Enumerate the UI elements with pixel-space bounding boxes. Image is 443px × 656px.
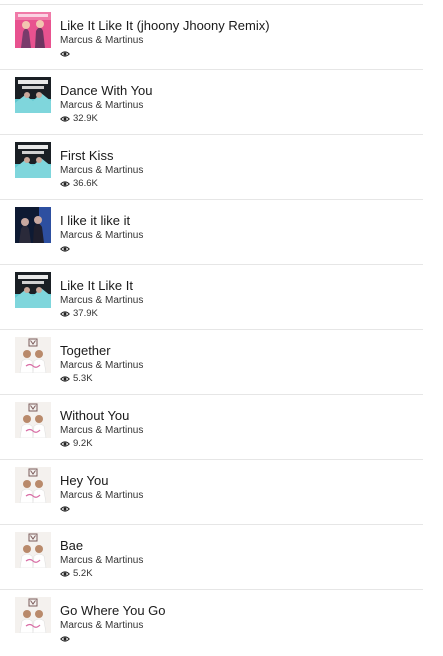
- eye-icon: [60, 571, 70, 577]
- play-count-value: 32.9K: [73, 113, 98, 124]
- eye-icon: [60, 181, 70, 187]
- track-list: Like It Like It (jhoony Jhoony Remix) Ma…: [0, 5, 423, 655]
- eye-icon: [60, 376, 70, 382]
- track-row[interactable]: Go Where You Go Marcus & Martinus: [0, 590, 423, 655]
- track-title[interactable]: Bae: [60, 538, 83, 553]
- album-art[interactable]: [15, 142, 51, 178]
- play-count: 9.2K: [60, 438, 93, 450]
- play-count: 5.3K: [60, 373, 93, 385]
- play-count: [60, 503, 73, 515]
- eye-icon: [60, 51, 70, 57]
- eye-icon: [60, 116, 70, 122]
- eye-icon: [60, 636, 70, 642]
- track-title[interactable]: Hey You: [60, 473, 108, 488]
- track-row[interactable]: Together Marcus & Martinus 5.3K: [0, 330, 423, 395]
- track-row[interactable]: First Kiss Marcus & Martinus 36.6K: [0, 135, 423, 200]
- play-count: 5.2K: [60, 568, 93, 580]
- album-art[interactable]: [15, 207, 51, 243]
- track-artist[interactable]: Marcus & Martinus: [60, 165, 143, 176]
- track-artist[interactable]: Marcus & Martinus: [60, 490, 143, 501]
- track-artist[interactable]: Marcus & Martinus: [60, 295, 143, 306]
- track-title[interactable]: First Kiss: [60, 148, 113, 163]
- play-count-value: 37.9K: [73, 308, 98, 319]
- album-art[interactable]: [15, 402, 51, 438]
- album-art[interactable]: [15, 467, 51, 503]
- track-title[interactable]: Dance With You: [60, 83, 153, 98]
- track-row[interactable]: Like It Like It (jhoony Jhoony Remix) Ma…: [0, 5, 423, 70]
- album-art[interactable]: [15, 77, 51, 113]
- track-artist[interactable]: Marcus & Martinus: [60, 425, 143, 436]
- eye-icon: [60, 311, 70, 317]
- track-title[interactable]: Like It Like It: [60, 278, 133, 293]
- play-count-value: 36.6K: [73, 178, 98, 189]
- play-count: 37.9K: [60, 308, 98, 320]
- track-title[interactable]: Without You: [60, 408, 129, 423]
- album-art[interactable]: [15, 272, 51, 308]
- play-count: [60, 243, 73, 255]
- album-art[interactable]: [15, 532, 51, 568]
- play-count: 32.9K: [60, 113, 98, 125]
- track-row[interactable]: I like it like it Marcus & Martinus: [0, 200, 423, 265]
- track-row[interactable]: Like It Like It Marcus & Martinus 37.9K: [0, 265, 423, 330]
- play-count: [60, 633, 73, 645]
- track-artist[interactable]: Marcus & Martinus: [60, 230, 143, 241]
- play-count-value: 5.2K: [73, 568, 93, 579]
- play-count: 36.6K: [60, 178, 98, 190]
- track-row[interactable]: Hey You Marcus & Martinus: [0, 460, 423, 525]
- track-row[interactable]: Without You Marcus & Martinus 9.2K: [0, 395, 423, 460]
- play-count-value: 5.3K: [73, 373, 93, 384]
- play-count: [60, 48, 73, 60]
- track-title[interactable]: Go Where You Go: [60, 603, 166, 618]
- album-art[interactable]: [15, 12, 51, 48]
- album-art[interactable]: [15, 337, 51, 373]
- track-title[interactable]: Together: [60, 343, 111, 358]
- track-artist[interactable]: Marcus & Martinus: [60, 555, 143, 566]
- track-title[interactable]: Like It Like It (jhoony Jhoony Remix): [60, 18, 270, 33]
- track-row[interactable]: Dance With You Marcus & Martinus 32.9K: [0, 70, 423, 135]
- eye-icon: [60, 506, 70, 512]
- album-art[interactable]: [15, 597, 51, 633]
- play-count-value: 9.2K: [73, 438, 93, 449]
- track-title[interactable]: I like it like it: [60, 213, 130, 228]
- track-artist[interactable]: Marcus & Martinus: [60, 35, 143, 46]
- track-row[interactable]: Bae Marcus & Martinus 5.2K: [0, 525, 423, 590]
- track-artist[interactable]: Marcus & Martinus: [60, 360, 143, 371]
- eye-icon: [60, 246, 70, 252]
- track-artist[interactable]: Marcus & Martinus: [60, 620, 143, 631]
- eye-icon: [60, 441, 70, 447]
- track-artist[interactable]: Marcus & Martinus: [60, 100, 143, 111]
